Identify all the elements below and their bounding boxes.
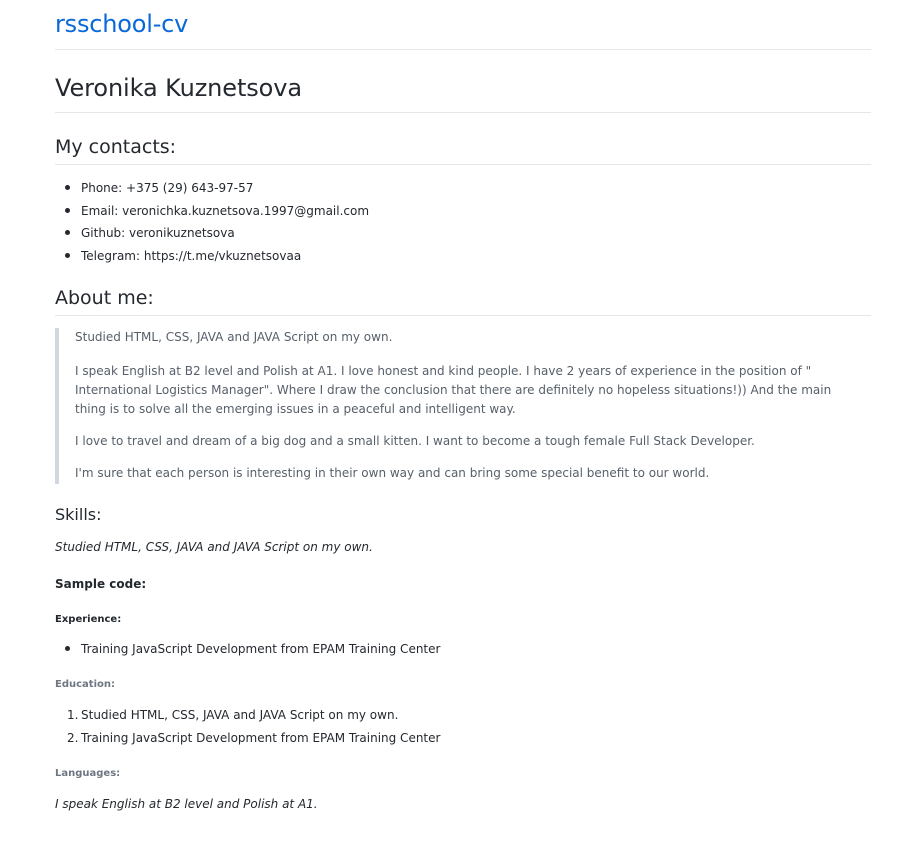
contact-phone: Phone: +375 (29) 643-97-57 (55, 177, 369, 200)
languages-text: I speak English at B2 level and Polish a… (55, 797, 318, 811)
list-number: 1. (67, 708, 79, 722)
education-item-1-text: Studied HTML, CSS, JAVA and JAVA Script … (81, 708, 399, 722)
skills-heading: Skills: (55, 505, 102, 524)
education-item-2: 2. Training JavaScript Development from … (55, 727, 440, 750)
site-header-divider (55, 49, 871, 50)
contact-github: Github: veronikuznetsova (55, 222, 369, 245)
contact-telegram-text: Telegram: https://t.me/vkuznetsovaa (81, 248, 302, 263)
experience-item-text: Training JavaScript Development from EPA… (81, 642, 441, 656)
about-divider (55, 315, 871, 316)
contacts-list: Phone: +375 (29) 643-97-57 Email: veroni… (55, 177, 369, 267)
bullet-icon (65, 207, 70, 213)
about-paragraph-4: I'm sure that each person is interesting… (75, 466, 710, 480)
about-blockquote: Studied HTML, CSS, JAVA and JAVA Script … (55, 328, 876, 484)
page: rsschool-cv Veronika Kuznetsova My conta… (0, 0, 909, 855)
about-paragraph-2: I speak English at B2 level and Polish a… (75, 364, 832, 416)
bullet-icon (65, 230, 70, 235)
bullet-icon (65, 646, 70, 651)
contact-email-text: Email: veronichka.kuznetsova.1997@gmail.… (81, 203, 370, 218)
contacts-heading: My contacts: (55, 136, 177, 158)
experience-list: Training JavaScript Development from EPA… (55, 638, 440, 660)
contacts-divider (55, 164, 871, 165)
contact-phone-text: Phone: +375 (29) 643-97-57 (81, 181, 254, 195)
about-paragraph-3: I love to travel and dream of a big dog … (75, 434, 755, 448)
sample-code-heading: Sample code: (55, 577, 147, 591)
about-paragraph-1: Studied HTML, CSS, JAVA and JAVA Script … (75, 330, 393, 344)
skills-text: Studied HTML, CSS, JAVA and JAVA Script … (55, 540, 373, 554)
education-list: 1. Studied HTML, CSS, JAVA and JAVA Scri… (55, 704, 440, 749)
name-divider (55, 112, 871, 113)
about-heading: About me: (55, 287, 154, 309)
site-title-link[interactable]: rsschool-cv (55, 10, 188, 38)
bullet-icon (65, 185, 70, 190)
education-heading: Education: (55, 679, 115, 690)
contact-email: Email: veronichka.kuznetsova.1997@gmail.… (55, 200, 369, 223)
bullet-icon (65, 252, 70, 258)
cv-name-heading: Veronika Kuznetsova (55, 74, 302, 102)
experience-item: Training JavaScript Development from EPA… (55, 638, 440, 660)
education-item-2-text: Training JavaScript Development from EPA… (81, 730, 441, 745)
contact-telegram: Telegram: https://t.me/vkuznetsovaa (55, 245, 369, 268)
contact-github-text: Github: veronikuznetsova (81, 226, 235, 240)
experience-heading: Experience: (55, 614, 122, 625)
languages-heading: Languages: (55, 768, 121, 779)
education-item-1: 1. Studied HTML, CSS, JAVA and JAVA Scri… (55, 704, 440, 727)
list-number: 2. (67, 730, 79, 745)
